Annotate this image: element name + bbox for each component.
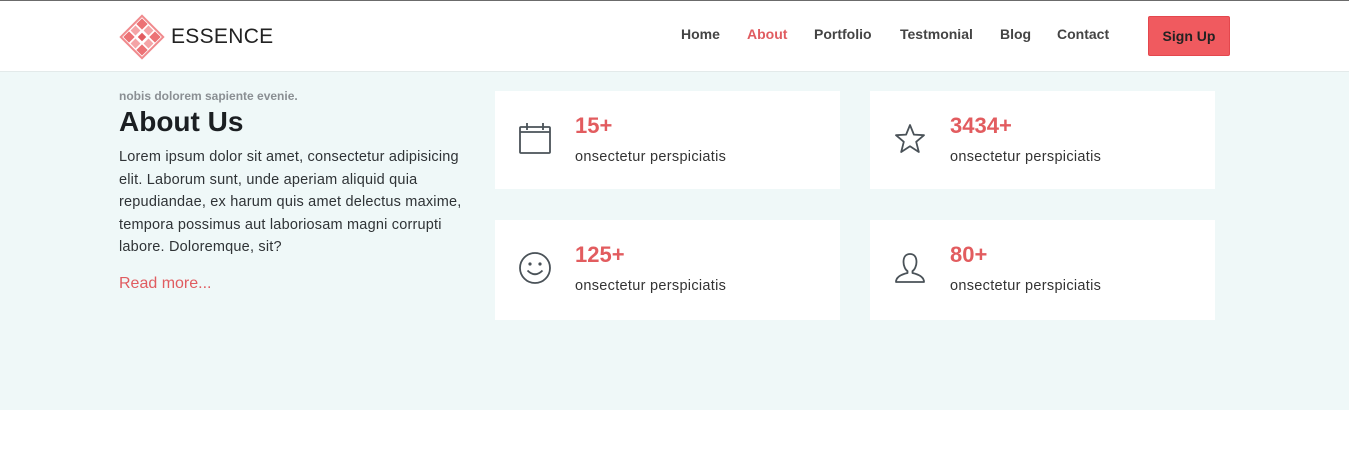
- stat-label-3: onsectetur perspiciatis: [575, 278, 727, 294]
- stat-value-1: 15+: [575, 113, 613, 138]
- stat-card-4: 80+ onsectetur perspiciatis: [870, 220, 1215, 320]
- stat-card-2: 3434+ onsectetur perspiciatis: [870, 91, 1215, 189]
- sign-up-button[interactable]: Sign Up: [1148, 16, 1230, 56]
- about-kicker: nobis dolorem sapiente evenie.: [119, 89, 298, 103]
- nav-blog[interactable]: Blog: [1000, 26, 1031, 42]
- nav-testmonial[interactable]: Testmonial: [900, 26, 973, 42]
- stat-label-1: onsectetur perspiciatis: [575, 149, 727, 165]
- nav-home[interactable]: Home: [681, 26, 720, 42]
- about-text-block: nobis dolorem sapiente evenie. About Us …: [119, 88, 469, 293]
- stat-card-3: 125+ onsectetur perspiciatis: [495, 220, 840, 320]
- top-navbar: ESSENCE Home About Portfolio Testmonial …: [0, 1, 1349, 72]
- smiley-icon: [519, 252, 551, 284]
- stat-value-2: 3434+: [950, 113, 1012, 138]
- star-icon: [895, 124, 925, 153]
- about-body: Lorem ipsum dolor sit amet, consectetur …: [119, 149, 462, 256]
- read-more-link[interactable]: Read more...: [119, 275, 211, 293]
- stat-value-4: 80+: [950, 242, 988, 267]
- about-section: nobis dolorem sapiente evenie. About Us …: [0, 72, 1349, 410]
- stat-label-2: onsectetur perspiciatis: [950, 149, 1102, 165]
- nav-contact[interactable]: Contact: [1057, 26, 1109, 42]
- nav-about[interactable]: About: [747, 26, 787, 42]
- diamond-lattice-logo-icon: [119, 14, 165, 60]
- stat-card-1: 15+ onsectetur perspiciatis: [495, 91, 840, 189]
- calendar-icon: [519, 123, 551, 154]
- user-icon: [895, 253, 925, 283]
- brand-name: ESSENCE: [171, 25, 274, 48]
- stat-label-4: onsectetur perspiciatis: [950, 278, 1102, 294]
- stat-value-3: 125+: [575, 242, 625, 267]
- nav-portfolio[interactable]: Portfolio: [814, 26, 872, 42]
- about-title: About Us: [119, 106, 244, 137]
- brand-link[interactable]: ESSENCE: [119, 14, 273, 60]
